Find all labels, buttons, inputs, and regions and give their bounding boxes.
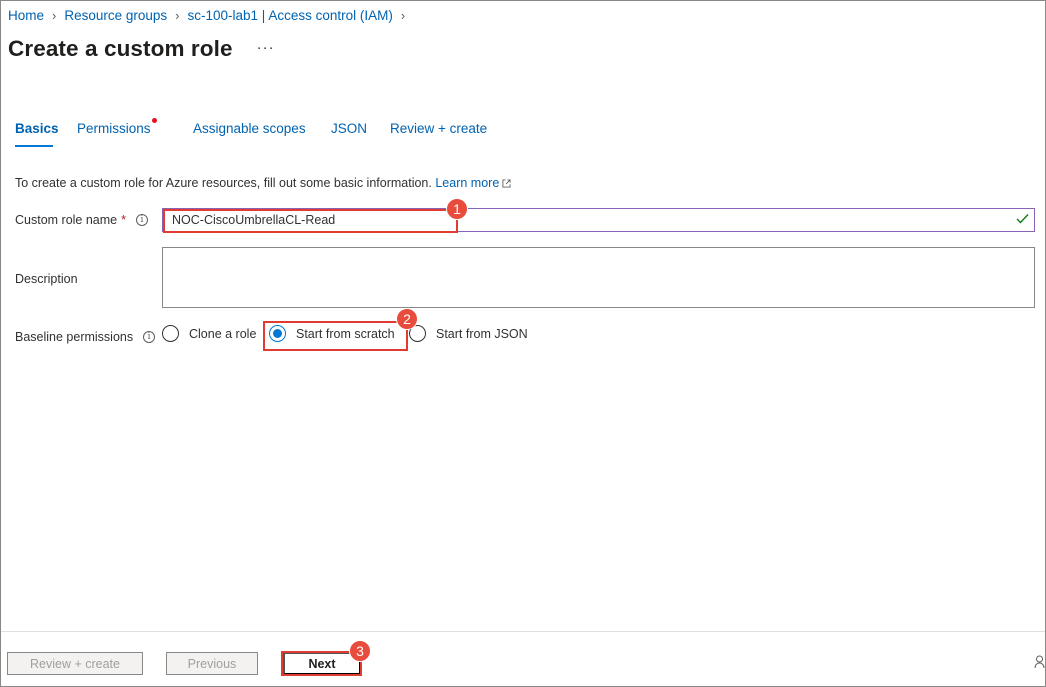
tab-basics-label: Basics: [15, 121, 59, 136]
breadcrumb-home[interactable]: Home: [8, 8, 44, 23]
annotation-badge-2: 2: [396, 308, 418, 330]
chevron-right-icon: ›: [175, 8, 180, 23]
required-asterisk: *: [121, 213, 126, 227]
description-label-text: Description: [15, 272, 78, 286]
previous-button[interactable]: Previous: [166, 652, 258, 675]
role-name-label: Custom role name * i: [15, 213, 148, 227]
baseline-label-text: Baseline permissions: [15, 330, 134, 344]
chevron-right-icon: ›: [400, 8, 406, 23]
external-link-icon: [502, 179, 511, 188]
active-tab-indicator: [15, 145, 53, 147]
breadcrumb-access-control[interactable]: sc-100-lab1 | Access control (IAM): [188, 8, 393, 23]
radio-unchecked-icon: [162, 325, 179, 342]
checkmark-icon: [1016, 214, 1029, 224]
radio-clone-role-label: Clone a role: [189, 326, 257, 341]
radio-clone-role[interactable]: Clone a role: [162, 325, 256, 342]
tab-review-create[interactable]: Review + create: [390, 121, 487, 136]
info-icon[interactable]: i: [136, 214, 148, 226]
role-name-label-text: Custom role name: [15, 213, 118, 227]
breadcrumb-resource-groups[interactable]: Resource groups: [64, 8, 167, 23]
tab-basics[interactable]: Basics: [15, 121, 59, 147]
annotation-highlight-1: [163, 209, 458, 233]
tab-json-label: JSON: [331, 121, 368, 136]
learn-more-link[interactable]: Learn more: [435, 176, 511, 190]
tab-review-create-label: Review + create: [390, 121, 488, 136]
required-indicator: [152, 118, 157, 123]
chevron-right-icon: ›: [52, 8, 57, 23]
intro-text: To create a custom role for Azure resour…: [15, 176, 511, 190]
person-icon[interactable]: [1034, 655, 1045, 669]
title-row: Create a custom role ···: [8, 36, 275, 62]
learn-more-label: Learn more: [435, 176, 500, 190]
info-icon[interactable]: i: [143, 331, 156, 343]
page-title: Create a custom role: [8, 36, 233, 61]
tab-json[interactable]: JSON: [331, 121, 367, 136]
tab-assignable-scopes[interactable]: Assignable scopes: [193, 121, 306, 136]
tab-permissions[interactable]: Permissions: [77, 118, 157, 136]
more-options-icon[interactable]: ···: [257, 39, 275, 56]
annotation-badge-1: 1: [446, 198, 468, 220]
annotation-highlight-2: [263, 321, 408, 351]
intro-description: To create a custom role for Azure resour…: [15, 176, 432, 190]
annotation-badge-3: 3: [349, 640, 371, 662]
radio-start-from-json-label: Start from JSON: [436, 326, 528, 341]
footer-divider: [1, 631, 1045, 632]
breadcrumb: Home › Resource groups › sc-100-lab1 | A…: [8, 8, 413, 23]
description-label: Description: [15, 272, 78, 286]
description-textarea[interactable]: [162, 247, 1035, 308]
window-frame: [0, 0, 1046, 687]
review-create-button[interactable]: Review + create: [7, 652, 143, 675]
tab-permissions-label: Permissions: [77, 121, 151, 136]
tab-assignable-scopes-label: Assignable scopes: [193, 121, 306, 136]
radio-start-from-json[interactable]: Start from JSON: [409, 325, 528, 342]
baseline-permissions-label: Baseline permissions i: [15, 330, 156, 344]
